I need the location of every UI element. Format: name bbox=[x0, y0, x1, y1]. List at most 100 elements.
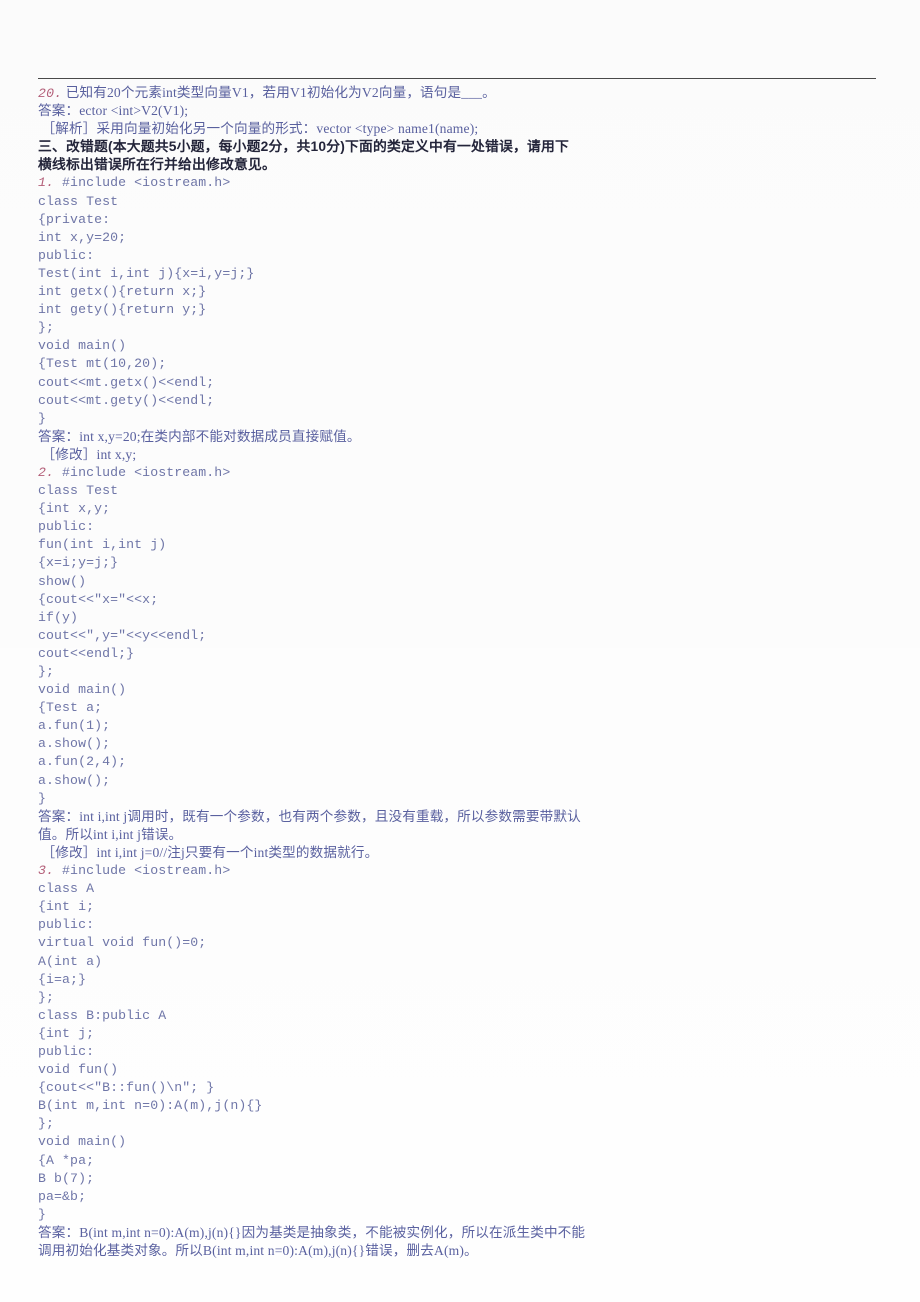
line-text: 已知有20个元素int类型向量V1，若用V1初始化为V2向量，语句是___。 bbox=[62, 85, 496, 100]
line-text: }; bbox=[38, 1116, 55, 1132]
line-text: }; bbox=[38, 320, 55, 336]
document-line: int gety(){return y;} bbox=[38, 301, 888, 319]
line-text: A(int a) bbox=[38, 953, 103, 969]
document-line: pa=&b; bbox=[38, 1188, 888, 1206]
line-text: class Test bbox=[38, 193, 119, 209]
document-line: a.fun(2,4); bbox=[38, 753, 888, 771]
document-line: }; bbox=[38, 319, 888, 337]
line-text: int getx(){return x;} bbox=[38, 284, 207, 300]
document-line: 3. #include <iostream.h> bbox=[38, 862, 888, 880]
line-text: {Test mt(10,20); bbox=[38, 356, 167, 372]
document-line: public: bbox=[38, 247, 888, 265]
line-text: 答案：ector <int>V2(V1); bbox=[38, 103, 189, 119]
document-line: a.fun(1); bbox=[38, 717, 888, 735]
document-line: {int j; bbox=[38, 1025, 888, 1043]
line-text: pa=&b; bbox=[38, 1188, 87, 1204]
line-text: #include <iostream.h> bbox=[54, 175, 231, 191]
document-line: 2. #include <iostream.h> bbox=[38, 464, 888, 482]
document-line: } bbox=[38, 790, 888, 808]
document-line: if(y) bbox=[38, 609, 888, 627]
document-line: fun(int i,int j) bbox=[38, 536, 888, 554]
line-text: a.show(); bbox=[38, 736, 111, 752]
line-text: 三、改错题(本大题共5小题，每小题2分，共10分)下面的类定义中有一处错误，请用… bbox=[38, 139, 569, 155]
document-line: {Test mt(10,20); bbox=[38, 355, 888, 373]
line-text: {A *pa; bbox=[38, 1152, 95, 1168]
document-line: void main() bbox=[38, 337, 888, 355]
document-line: 20. 已知有20个元素int类型向量V1，若用V1初始化为V2向量，语句是__… bbox=[38, 84, 888, 102]
line-text: 答案：int x,y=20;在类内部不能对数据成员直接赋值。 bbox=[38, 428, 361, 444]
document-line: public: bbox=[38, 916, 888, 934]
question-number: 2. bbox=[38, 464, 55, 480]
document-line: 值。所以int i,int j错误。 bbox=[38, 826, 888, 844]
document-line: cout<<",y="<<y<<endl; bbox=[38, 627, 888, 645]
document-line: 1. #include <iostream.h> bbox=[38, 174, 888, 192]
line-text: void main() bbox=[38, 1134, 127, 1150]
document-line: a.show(); bbox=[38, 735, 888, 753]
line-text: {int j; bbox=[38, 1025, 95, 1041]
document-line: }; bbox=[38, 663, 888, 681]
document-line: class B:public A bbox=[38, 1007, 888, 1025]
document-line: void fun() bbox=[38, 1061, 888, 1079]
document-line: ［解析］采用向量初始化另一个向量的形式：vector <type> name1(… bbox=[38, 120, 888, 138]
document-line: A(int a) bbox=[38, 953, 888, 971]
line-text: 答案：B(int m,int n=0):A(m),j(n){}因为基类是抽象类，… bbox=[38, 1224, 586, 1240]
question-number: 1. bbox=[38, 175, 55, 191]
line-text: {int x,y; bbox=[38, 501, 111, 517]
document-line: void main() bbox=[38, 1133, 888, 1151]
document-line: }; bbox=[38, 989, 888, 1007]
document-line: 答案：int x,y=20;在类内部不能对数据成员直接赋值。 bbox=[38, 428, 888, 446]
document-line: virtual void fun()=0; bbox=[38, 934, 888, 952]
line-text: {i=a;} bbox=[38, 971, 87, 987]
line-text: #include <iostream.h> bbox=[54, 464, 231, 480]
line-text: a.show(); bbox=[38, 772, 111, 788]
line-text: public: bbox=[38, 247, 95, 263]
line-text: 调用初始化基类对象。所以B(int m,int n=0):A(m),j(n){}… bbox=[38, 1243, 478, 1258]
document-line: class A bbox=[38, 880, 888, 898]
line-text: Test(int i,int j){x=i,y=j;} bbox=[38, 265, 255, 281]
line-text: cout<<endl;} bbox=[38, 645, 135, 661]
document-line: ［修改］int x,y; bbox=[38, 446, 888, 464]
question-number: 3. bbox=[38, 863, 55, 879]
line-text: ［修改］int i,int j=0//注j只要有一个int类型的数据就行。 bbox=[38, 844, 379, 860]
document-line: ［修改］int i,int j=0//注j只要有一个int类型的数据就行。 bbox=[38, 844, 888, 862]
line-text: public: bbox=[38, 917, 95, 933]
document-line: cout<<mt.getx()<<endl; bbox=[38, 374, 888, 392]
line-text: show() bbox=[38, 573, 87, 589]
line-text: cout<<mt.gety()<<endl; bbox=[38, 392, 215, 408]
line-text: public: bbox=[38, 519, 95, 535]
document-line: void main() bbox=[38, 681, 888, 699]
line-text: {private: bbox=[38, 211, 111, 227]
document-line: {cout<<"B::fun()\n"; } bbox=[38, 1079, 888, 1097]
document-line: {int x,y; bbox=[38, 500, 888, 518]
line-text: void main() bbox=[38, 338, 127, 354]
document-line: 调用初始化基类对象。所以B(int m,int n=0):A(m),j(n){}… bbox=[38, 1242, 888, 1260]
document-line: cout<<mt.gety()<<endl; bbox=[38, 392, 888, 410]
line-text: int x,y=20; bbox=[38, 229, 127, 245]
line-text: fun(int i,int j) bbox=[38, 537, 167, 553]
document-line: {i=a;} bbox=[38, 971, 888, 989]
document-line: {x=i;y=j;} bbox=[38, 554, 888, 572]
document-line: 答案：int i,int j调用时，既有一个参数，也有两个参数，且没有重载，所以… bbox=[38, 808, 888, 826]
line-text: } bbox=[38, 790, 47, 806]
question-number: 20. bbox=[38, 86, 63, 101]
document-line: {Test a; bbox=[38, 699, 888, 717]
line-text: a.fun(1); bbox=[38, 718, 111, 734]
document-line: {A *pa; bbox=[38, 1152, 888, 1170]
document-line: }; bbox=[38, 1115, 888, 1133]
document-line: class Test bbox=[38, 193, 888, 211]
document-line: {int i; bbox=[38, 898, 888, 916]
line-text: if(y) bbox=[38, 609, 79, 625]
document-line: show() bbox=[38, 573, 888, 591]
line-text: cout<<",y="<<y<<endl; bbox=[38, 627, 207, 643]
document-line: 三、改错题(本大题共5小题，每小题2分，共10分)下面的类定义中有一处错误，请用… bbox=[38, 138, 888, 156]
document-line: {private: bbox=[38, 211, 888, 229]
line-text: {cout<<"x="<<x; bbox=[38, 591, 159, 607]
line-text: B b(7); bbox=[38, 1170, 95, 1186]
line-text: B(int m,int n=0):A(m),j(n){} bbox=[38, 1098, 263, 1114]
line-text: 值。所以int i,int j错误。 bbox=[38, 826, 183, 842]
line-text: a.fun(2,4); bbox=[38, 754, 127, 770]
document-line: int getx(){return x;} bbox=[38, 283, 888, 301]
line-text: ［解析］采用向量初始化另一个向量的形式：vector <type> name1(… bbox=[38, 121, 479, 137]
document-line: } bbox=[38, 1206, 888, 1224]
line-text: 答案：int i,int j调用时，既有一个参数，也有两个参数，且没有重载，所以… bbox=[38, 808, 581, 824]
